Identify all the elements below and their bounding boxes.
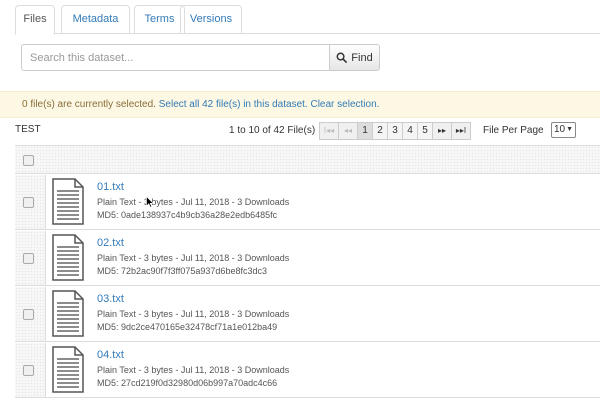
row-divider [45,231,46,285]
file-md5: MD5: 72b2ac90f7f3ff075a937d6be8fc3dc3 [97,266,267,276]
table-label: TEST [15,124,41,135]
file-md5: MD5: 9dc2ce470165e32478cf71a1e012ba49 [97,322,278,332]
chevron-down-icon: ▼ [566,126,573,133]
files-per-page-select[interactable]: 10 ▼ [551,122,576,138]
row-checkbox[interactable] [23,253,34,264]
row-checkbox[interactable] [23,197,34,208]
file-metadata: Plain Text - 3 bytes - Jul 11, 2018 - 3 … [97,365,290,375]
table-header-row [15,146,600,174]
file-metadata: Plain Text - 3 bytes - Jul 11, 2018 - 3 … [97,309,290,319]
tab-versions[interactable]: Versions [180,5,242,34]
find-button-label: Find [351,51,373,64]
row-divider [45,287,46,341]
row-divider [45,175,46,229]
result-range: 1 to 10 of 42 File(s) [229,125,316,136]
file-name-link[interactable]: 03.txt [97,293,124,305]
file-name-link[interactable]: 04.txt [97,349,124,361]
mouse-cursor-icon [146,196,154,208]
table-row: 03.txt Plain Text - 3 bytes - Jul 11, 20… [15,287,600,342]
files-per-page-label: File Per Page [483,125,544,136]
document-icon [52,234,84,281]
search-input[interactable] [21,44,330,71]
files-table: 01.txt Plain Text - 3 bytes - Jul 11, 20… [15,145,600,400]
tab-terms[interactable]: Terms [134,5,185,34]
first-page-icon[interactable]: I◂◂ [319,122,339,140]
file-md5: MD5: 27cd219f0d32980d06b997a70adc4c66 [97,378,278,388]
prev-page-icon[interactable]: ◂◂ [338,122,358,140]
row-checkbox[interactable] [23,365,34,376]
files-per-page-value: 10 [554,124,566,135]
row-checkbox-cell [15,175,45,229]
tab-files[interactable]: Files [15,5,55,35]
row-divider [45,343,46,397]
selection-alert: 0 file(s) are currently selected. Select… [0,91,600,118]
clear-selection-link[interactable]: Clear selection. [310,99,379,110]
document-icon [52,290,84,337]
page-1[interactable]: 1 [357,122,373,140]
row-checkbox-cell [15,231,45,285]
row-checkbox[interactable] [23,309,34,320]
search-icon [336,52,348,63]
last-page-icon[interactable]: ▸▸I [451,122,471,140]
page-2[interactable]: 2 [372,122,388,140]
tab-bar: Files Metadata Terms Versions [15,5,600,35]
page-5[interactable]: 5 [417,122,433,140]
selection-status: 0 file(s) are currently selected. [22,99,156,110]
page-4[interactable]: 4 [402,122,418,140]
select-all-checkbox[interactable] [23,155,34,166]
document-icon [52,178,84,225]
file-name-link[interactable]: 01.txt [97,181,124,193]
file-name-link[interactable]: 02.txt [97,237,124,249]
table-row: 04.txt Plain Text - 3 bytes - Jul 11, 20… [15,343,600,398]
table-row: 02.txt Plain Text - 3 bytes - Jul 11, 20… [15,231,600,286]
file-metadata: Plain Text - 3 bytes - Jul 11, 2018 - 3 … [97,197,290,207]
pagination: I◂◂ ◂◂ 1 2 3 4 5 ▸▸ ▸▸I [319,122,471,140]
tab-metadata[interactable]: Metadata [61,5,130,34]
table-row: 01.txt Plain Text - 3 bytes - Jul 11, 20… [15,175,600,230]
next-page-icon[interactable]: ▸▸ [432,122,452,140]
find-button[interactable]: Find [329,44,380,71]
select-all-link[interactable]: Select all 42 file(s) in this dataset. [159,99,308,110]
row-checkbox-cell [15,343,45,397]
document-icon [52,346,84,393]
file-metadata: Plain Text - 3 bytes - Jul 11, 2018 - 3 … [97,253,290,263]
file-md5: MD5: 0ade138937c4b9cb36a28e2edb6485fc [97,210,278,220]
row-checkbox-cell [15,287,45,341]
page-3[interactable]: 3 [387,122,403,140]
